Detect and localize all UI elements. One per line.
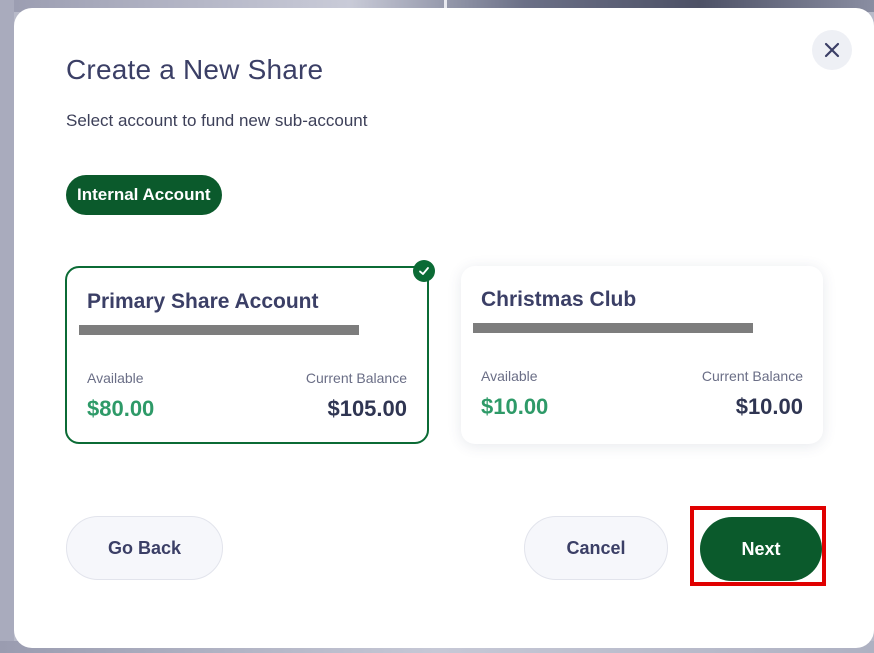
internal-account-filter[interactable]: Internal Account: [66, 175, 222, 215]
account-name: Primary Share Account: [87, 290, 319, 313]
background-left: [0, 0, 14, 653]
dialog-title: Create a New Share: [66, 54, 324, 85]
available-amount: $10.00: [481, 394, 549, 419]
account-name: Christmas Club: [481, 288, 637, 311]
available-amount: $80.00: [87, 396, 155, 421]
redacted-account-number: [473, 323, 753, 333]
cancel-button[interactable]: Cancel: [524, 516, 668, 580]
current-balance-amount: $105.00: [327, 396, 407, 421]
available-label: Available: [87, 370, 144, 386]
close-icon: [824, 42, 840, 58]
next-button[interactable]: Next: [700, 517, 822, 581]
create-share-dialog: Create a New Share Select account to fun…: [14, 8, 874, 648]
selected-check-icon: [413, 260, 435, 282]
current-balance-label: Current Balance: [701, 368, 803, 384]
redacted-account-number: [79, 325, 359, 335]
dialog-subtitle: Select account to fund new sub-account: [66, 111, 368, 130]
go-back-button[interactable]: Go Back: [66, 516, 223, 580]
current-balance-label: Current Balance: [305, 370, 407, 386]
account-card-primary-share[interactable]: Primary Share Account Available Current …: [65, 260, 435, 444]
close-button[interactable]: [812, 30, 852, 70]
current-balance-amount: $10.00: [735, 394, 803, 419]
account-card-christmas-club[interactable]: Christmas Club Available Current Balance…: [461, 266, 823, 444]
available-label: Available: [481, 368, 538, 384]
